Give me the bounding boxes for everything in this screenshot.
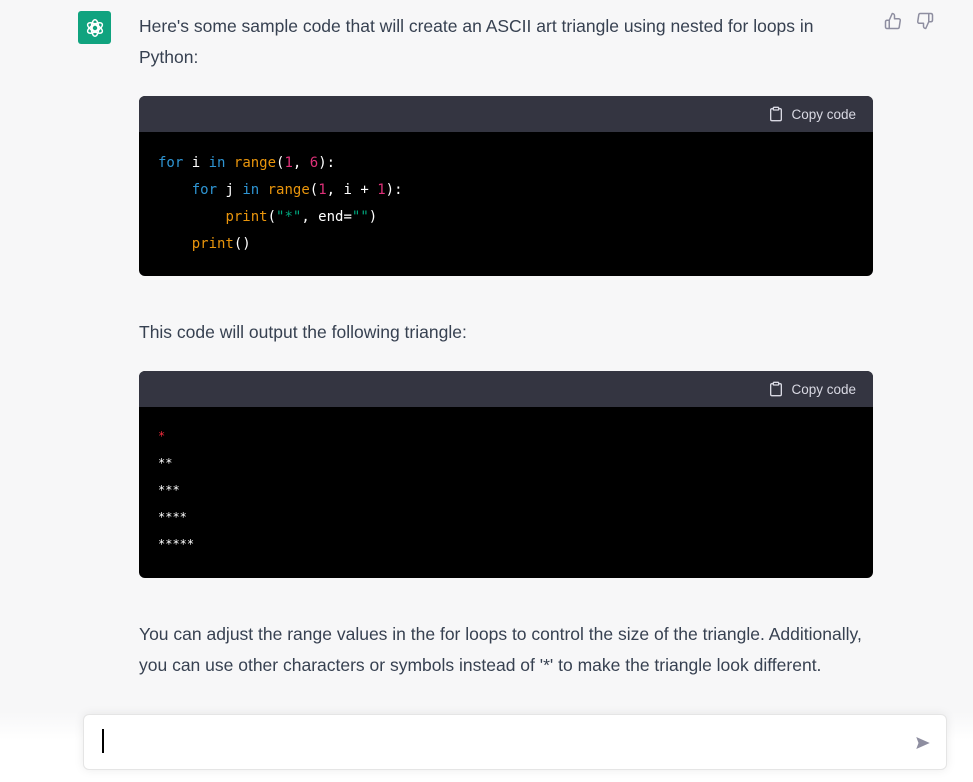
output-line: **** [158,510,187,524]
clipboard-icon [770,106,783,122]
output-line: ***** [158,537,195,551]
middle-paragraph: This code will output the following tria… [139,322,467,342]
thumbs-up-icon[interactable] [884,12,902,30]
code-line: print() [191,236,251,252]
code-line: print("*", end="") [225,209,378,225]
copy-code-button[interactable]: Copy code [768,381,856,397]
code-block-output: Copy code * ** *** **** ***** [139,371,873,578]
copy-code-label: Copy code [791,381,856,397]
intro-paragraph-wrap: Here's some sample code that will create… [139,11,849,73]
code-block-header: Copy code [139,96,873,132]
output-line: * [158,429,166,443]
output-line: ** [158,456,173,470]
code-body: for i in range(1, 6): for j in range(1, … [139,132,873,276]
code-line: for j in range(1, i + 1): [191,182,403,198]
send-icon[interactable] [914,734,932,752]
openai-logo-icon [86,18,103,37]
outro-paragraph: You can adjust the range values in the f… [139,624,862,675]
code-block-header: Copy code [139,371,873,407]
outro-paragraph-wrap: You can adjust the range values in the f… [139,619,879,681]
output-line: *** [158,483,180,497]
intro-paragraph: Here's some sample code that will create… [139,16,814,67]
middle-paragraph-wrap: This code will output the following tria… [139,317,879,348]
text-caret [102,729,104,753]
copy-code-label: Copy code [791,106,856,122]
assistant-avatar [78,11,111,44]
copy-code-button[interactable]: Copy code [768,106,856,122]
feedback-buttons [884,12,934,30]
output-body: * ** *** **** ***** [139,407,873,576]
code-block-python: Copy code for i in range(1, 6): for j in… [139,96,873,276]
thumbs-down-icon[interactable] [916,12,934,30]
code-line: for i in range(1, 6): [158,155,336,171]
message-input[interactable] [83,714,947,770]
clipboard-icon [770,381,783,397]
